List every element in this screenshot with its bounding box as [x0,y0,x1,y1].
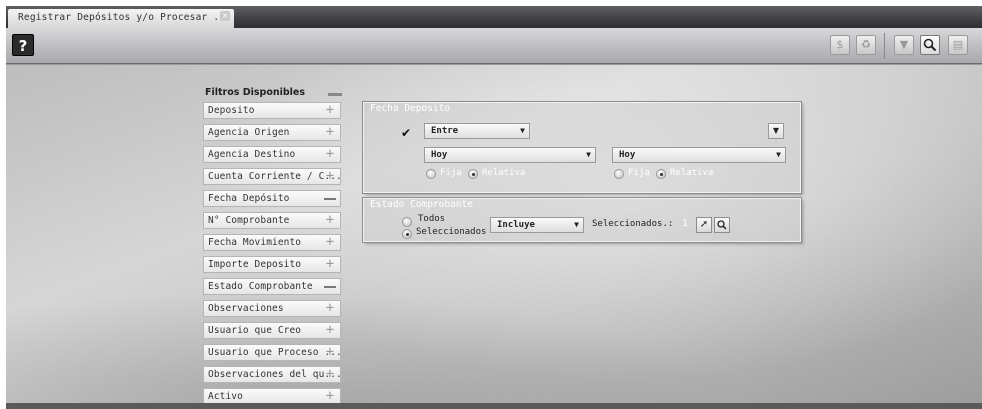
filter-item-nro-comprobante[interactable]: N° Comprobante + [203,212,341,229]
radio-relativa-label: Relativa [482,168,526,178]
date-to-select[interactable]: Hoy ▼ [612,147,786,163]
filter-item-agencia-destino[interactable]: Agencia Destino + [203,146,341,163]
filter-item-usuario-creo[interactable]: Usuario que Creo + [203,322,341,339]
tab-registrar-depositos[interactable]: Registrar Depósitos y/o Procesar ... [8,9,234,28]
filter-item-observaciones[interactable]: Observaciones + [203,300,341,317]
selected-count: 1 [682,218,689,229]
plus-icon[interactable]: + [324,147,336,161]
plus-icon[interactable]: + [324,257,336,271]
radio-seleccionados[interactable] [402,229,412,239]
filter-item-cuenta-corriente[interactable]: Cuenta Corriente / C... + [203,168,341,185]
filters-title: Filtros Disponibles [205,87,306,98]
filter-item-observaciones-del[interactable]: Observaciones del qu... + [203,366,341,383]
fecha-deposito-panel: Fecha Deposito ✔ Entre ▼ ▼ Hoy ▼ Hoy ▼ F… [363,102,801,193]
operator-select[interactable]: Entre ▼ [424,123,530,139]
minus-icon[interactable] [324,192,336,204]
date-from-select[interactable]: Hoy ▼ [424,147,596,163]
help-button[interactable]: ? [12,34,34,56]
radio-relativa-to[interactable] [656,169,666,179]
filter-icon[interactable]: ▼ [894,35,914,55]
radio-fija-label: Fija [628,168,650,178]
radio-fija-from[interactable] [426,169,436,179]
app-window: Registrar Depósitos y/o Procesar ... × ?… [6,6,982,409]
radio-relativa-from[interactable] [468,169,478,179]
currency-refresh-icon[interactable]: $ [830,35,850,55]
status-bar [6,403,982,409]
plus-icon[interactable]: + [324,367,336,381]
close-icon[interactable]: × [220,11,230,21]
radio-fija-to[interactable] [614,169,624,179]
minus-icon[interactable] [324,280,336,292]
toolbar-separator [884,33,885,59]
panel-title: Fecha Deposito [370,103,451,114]
filter-item-deposito[interactable]: Deposito + [203,102,341,119]
panel-title: Estado Comprobante [370,199,473,210]
plus-icon[interactable]: + [324,235,336,249]
filter-item-estado-comprobante[interactable]: Estado Comprobante [203,278,341,295]
plus-icon[interactable]: + [324,125,336,139]
print-icon[interactable]: ▤ [948,35,968,55]
plus-icon[interactable]: + [324,103,336,117]
radio-relativa-label: Relativa [670,168,714,178]
chevron-down-icon: ▼ [574,220,579,229]
search-icon[interactable] [920,35,940,55]
radio-todos-label: Todos [418,214,446,224]
radio-fija-label: Fija [440,168,462,178]
share-arrow-icon[interactable]: ➚ [696,217,712,233]
collapse-filters-icon[interactable] [328,93,342,96]
estado-comprobante-panel: Estado Comprobante Todos Seleccionados I… [363,198,801,242]
plus-icon[interactable]: + [324,213,336,227]
filter-item-usuario-proceso[interactable]: Usuario que Proceso ... + [203,344,341,361]
plus-icon[interactable]: + [324,301,336,315]
filter-item-importe-deposito[interactable]: Importe Deposito + [203,256,341,273]
radio-seleccionados-label: Seleccionados [416,227,487,237]
plus-icon[interactable]: + [324,323,336,337]
radio-todos[interactable] [402,217,412,227]
chevron-down-icon: ▼ [776,150,781,159]
mode-select[interactable]: Incluye ▼ [490,217,584,233]
filter-item-fecha-deposito[interactable]: Fecha Depósito [203,190,341,207]
search-icon[interactable] [714,217,730,233]
plus-icon[interactable]: + [324,169,336,183]
check-icon[interactable]: ✔ [401,127,413,139]
chevron-down-icon[interactable]: ▼ [768,123,784,139]
chevron-down-icon: ▼ [586,150,591,159]
selected-count-label: Seleccionados.: [592,219,674,229]
tab-title: Registrar Depósitos y/o Procesar ... [18,12,232,23]
plus-icon[interactable]: + [324,389,336,403]
filter-item-fecha-movimiento[interactable]: Fecha Movimiento + [203,234,341,251]
main-content: Filtros Disponibles Deposito + Agencia Or… [6,65,982,409]
toolbar: ? $ ♻ ▼ ▤ [6,28,982,64]
tab-bar: Registrar Depósitos y/o Procesar ... × [6,6,982,28]
filter-item-agencia-origen[interactable]: Agencia Origen + [203,124,341,141]
recycle-icon[interactable]: ♻ [856,35,876,55]
chevron-down-icon: ▼ [520,126,525,135]
plus-icon[interactable]: + [324,345,336,359]
